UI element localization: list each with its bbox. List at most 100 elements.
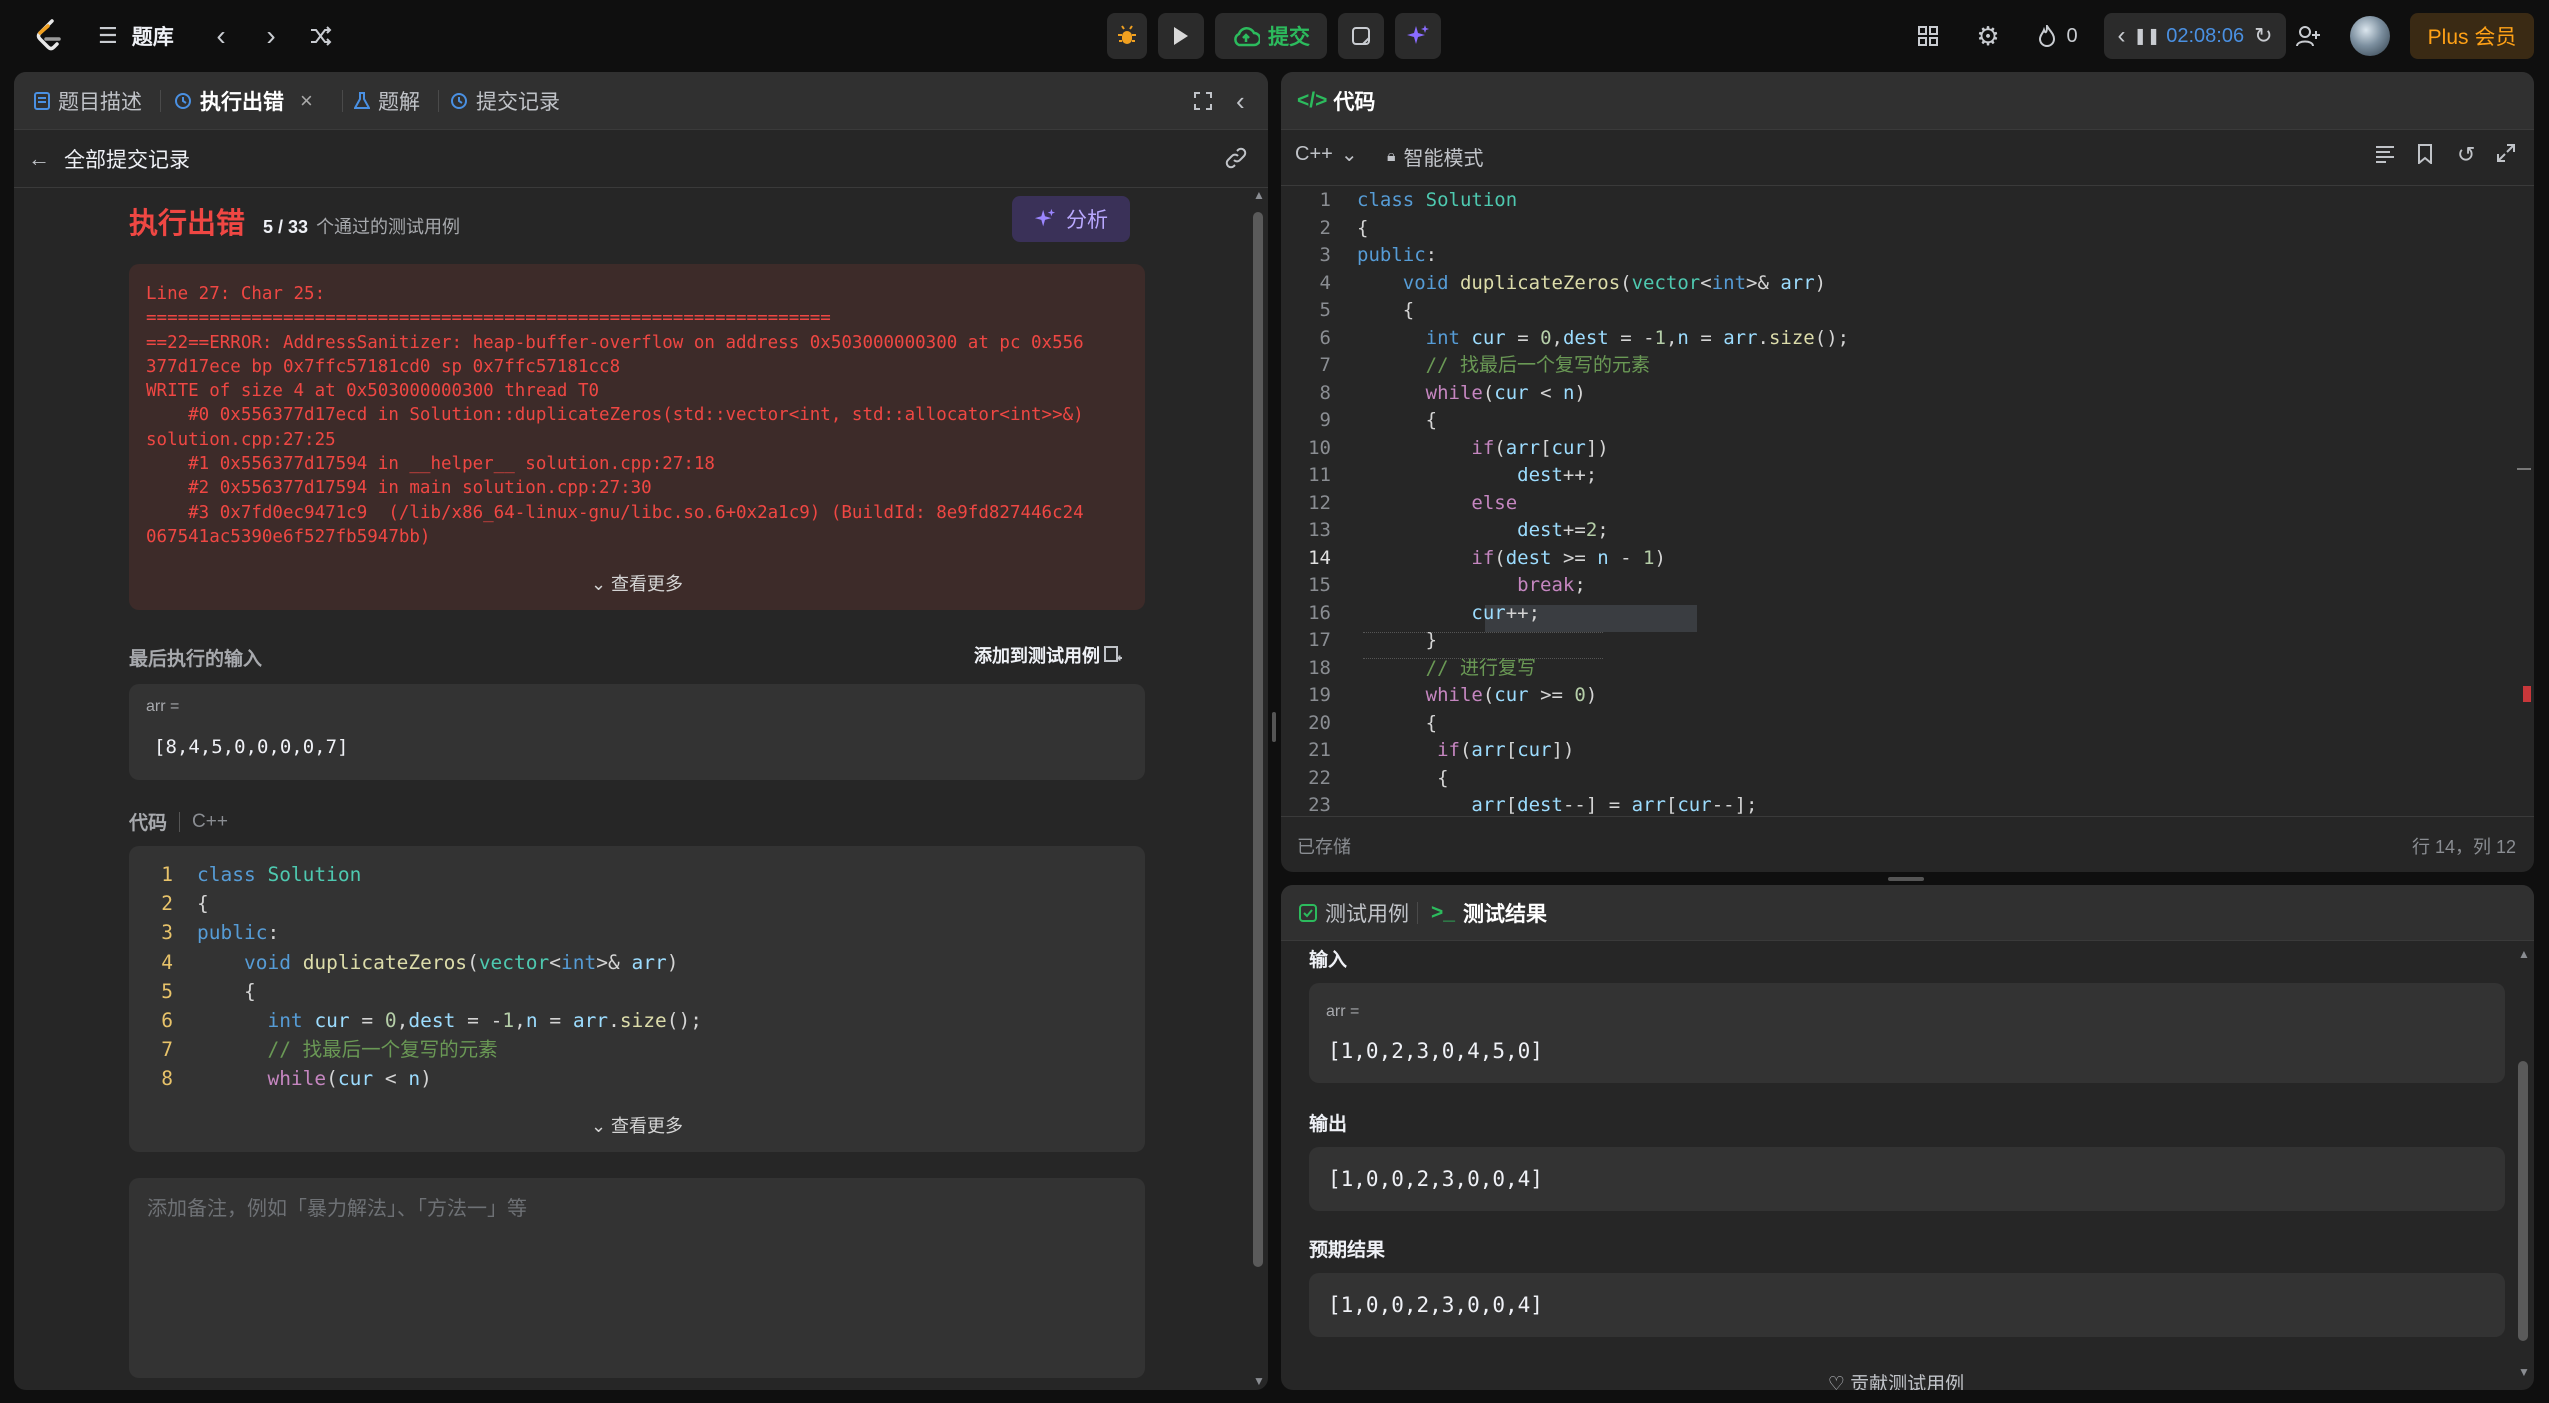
code-line: 4 void duplicateZeros(vector<int>& arr) bbox=[1281, 270, 2511, 297]
heart-icon: ♡ bbox=[1827, 1374, 1851, 1390]
code-text: // 找最后一个复写的元素 bbox=[267, 1038, 498, 1062]
scroll-up-icon[interactable]: ▲ bbox=[1253, 188, 1265, 202]
code-line: 23 arr[dest--] = arr[cur--]; bbox=[1281, 792, 2511, 816]
line-number: 21 bbox=[1308, 739, 1331, 761]
back-label: 全部提交记录 bbox=[64, 149, 190, 172]
last-input-title: 最后执行的输入 bbox=[129, 649, 263, 670]
code-text: { bbox=[197, 892, 209, 916]
code-text: { bbox=[1357, 216, 1369, 239]
scroll-down-icon[interactable]: ▼ bbox=[2518, 1365, 2530, 1379]
shuffle-icon[interactable] bbox=[304, 18, 338, 54]
status-title: 执行出错 bbox=[129, 208, 246, 240]
bookmark-icon[interactable] bbox=[2417, 144, 2433, 164]
saved-status: 已存储 bbox=[1297, 837, 1351, 857]
add-friend-icon[interactable] bbox=[2290, 18, 2326, 54]
line-number: 16 bbox=[1308, 601, 1331, 624]
code-line: 16 cur++; bbox=[1281, 600, 2511, 627]
language-select[interactable]: C++ ⌄ bbox=[1295, 142, 1358, 167]
scroll-down-icon[interactable]: ▼ bbox=[1253, 1374, 1265, 1388]
chevron-left-icon[interactable]: ‹ bbox=[2117, 22, 2125, 50]
code-line: 17 } bbox=[1281, 627, 2511, 654]
panel-resize-handle[interactable] bbox=[1888, 877, 1924, 881]
run-button[interactable] bbox=[1158, 13, 1204, 59]
left-scrollbar[interactable]: ▲ ▼ bbox=[1250, 188, 1266, 1390]
debug-icon[interactable] bbox=[1107, 13, 1147, 59]
reset-icon[interactable]: ↻ bbox=[2254, 23, 2272, 49]
prev-problem-icon[interactable]: ‹ bbox=[206, 18, 236, 54]
tab-code[interactable]: </> 代码 bbox=[1297, 72, 1375, 130]
tab-testresults[interactable]: >_ 测试结果 bbox=[1431, 885, 1547, 941]
collapse-panel-icon[interactable]: ‹ bbox=[1236, 72, 1245, 130]
line-number: 7 bbox=[1319, 354, 1331, 376]
contribute-testcase-button[interactable]: ♡ 贡献测试用例 bbox=[1281, 1369, 2511, 1390]
code-text: class Solution bbox=[1357, 189, 1518, 211]
list-icon: ☰ bbox=[98, 23, 118, 48]
scroll-up-icon[interactable]: ▲ bbox=[2518, 947, 2530, 961]
timer-widget[interactable]: ‹ ❚❚ 02:08:06 ↻ bbox=[2104, 13, 2286, 59]
code-text: else bbox=[1471, 491, 1518, 514]
avatar[interactable] bbox=[2350, 16, 2390, 56]
tab-testcases[interactable]: 测试用例 bbox=[1299, 885, 1409, 941]
line-number: 1 bbox=[1319, 189, 1331, 211]
link-icon[interactable] bbox=[1224, 146, 1248, 170]
tab-submissions[interactable]: 提交记录 bbox=[450, 72, 560, 130]
line-number: 18 bbox=[1308, 656, 1331, 679]
format-icon[interactable] bbox=[2374, 144, 2396, 164]
reset-code-icon[interactable]: ↺ bbox=[2457, 142, 2475, 168]
pause-icon[interactable]: ❚❚ bbox=[2133, 26, 2160, 46]
note-icon[interactable] bbox=[1338, 13, 1384, 59]
code-line: 9 { bbox=[1281, 407, 2511, 434]
line-number: 19 bbox=[1308, 684, 1331, 706]
ai-sparkle-icon[interactable] bbox=[1395, 13, 1441, 59]
line-number: 23 bbox=[1308, 794, 1331, 816]
scrollbar-thumb[interactable] bbox=[2518, 1061, 2528, 1341]
result-scrollbar[interactable]: ▲ ▼ bbox=[2515, 941, 2531, 1390]
contribute-label: 贡献测试用例 bbox=[1850, 1374, 1965, 1390]
line-number: 9 bbox=[1319, 409, 1331, 431]
left-panel: 题目描述 执行出错 × 题解 提交记录 ‹ ← 全部提交记录 执行出错 5 / … bbox=[14, 72, 1268, 1390]
line-number: 5 bbox=[161, 979, 173, 1003]
smart-mode-toggle[interactable]: 🔒︎ 智能模式 bbox=[1387, 142, 1484, 171]
plus-member-button[interactable]: Plus 会员 bbox=[2410, 13, 2534, 59]
problem-bank-button[interactable]: ☰ 题库 bbox=[98, 18, 218, 54]
code-editor[interactable]: 1 class Solution 2{3 public: 4 void duplicat… bbox=[1281, 186, 2531, 816]
error-line: WRITE of size 4 at 0x503000000300 thread… bbox=[146, 381, 600, 402]
chevron-down-icon: ⌄ bbox=[590, 1116, 612, 1136]
result-content: 输入 arr = [1,0,2,3,0,4,5,0] 输出 [1,0,0,2,3… bbox=[1281, 941, 2511, 1390]
code-text: { bbox=[1357, 409, 1438, 431]
panel-resize-handle-vertical[interactable] bbox=[1272, 712, 1276, 742]
streak-counter[interactable]: 0 bbox=[2028, 18, 2088, 54]
analyze-button[interactable]: 分析 bbox=[1012, 196, 1130, 242]
see-more-button[interactable]: ⌄ 查看更多 bbox=[129, 570, 1145, 596]
back-to-submissions[interactable]: ← 全部提交记录 bbox=[28, 144, 190, 174]
tab-execution-error[interactable]: 执行出错 × bbox=[174, 72, 313, 130]
input-var-name: arr = bbox=[1326, 1003, 1360, 1020]
editor-toolbar: C++ ⌄ 🔒︎ 智能模式 ↺ bbox=[1281, 130, 2534, 186]
code-line: 12 else bbox=[1281, 490, 2511, 517]
note-placeholder: 添加备注，例如「暴力解法」、「方法一」等 bbox=[147, 1198, 527, 1220]
note-textarea[interactable]: 添加备注，例如「暴力解法」、「方法一」等 bbox=[129, 1178, 1145, 1378]
expand-icon[interactable] bbox=[2497, 144, 2515, 162]
scrollbar-thumb[interactable] bbox=[1253, 212, 1263, 1267]
error-line: Line 27: Char 25: bbox=[146, 284, 326, 304]
tab-solutions[interactable]: 题解 bbox=[354, 72, 420, 130]
expected-label: 预期结果 bbox=[1309, 1240, 1386, 1261]
code-line: 3 public: bbox=[1281, 242, 2511, 269]
see-more-code-button[interactable]: ⌄ 查看更多 bbox=[129, 1112, 1145, 1138]
left-tabbar: 题目描述 执行出错 × 题解 提交记录 ‹ bbox=[14, 72, 1268, 130]
code-text: void duplicateZeros(vector<int>& arr) bbox=[1402, 271, 1827, 294]
layout-icon[interactable] bbox=[1910, 18, 1946, 54]
line-number: 3 bbox=[161, 921, 173, 945]
settings-gear-icon[interactable]: ⚙ bbox=[1970, 18, 2006, 54]
add-testcase-button[interactable]: 添加到测试用例 bbox=[974, 642, 1122, 668]
tab-description[interactable]: 题目描述 bbox=[34, 72, 142, 130]
error-line: ========================================… bbox=[146, 308, 831, 329]
leetcode-logo[interactable] bbox=[30, 16, 70, 56]
next-problem-icon[interactable]: › bbox=[256, 18, 286, 54]
submission-detail: 执行出错 5 / 33 个通过的测试用例 分析 Line 27: Char 25… bbox=[14, 188, 1244, 1390]
submit-button[interactable]: 提交 bbox=[1215, 13, 1327, 59]
fullscreen-icon[interactable] bbox=[1194, 72, 1220, 130]
close-tab-icon[interactable]: × bbox=[300, 88, 313, 114]
code-line: 18 // 进行复写 bbox=[1281, 655, 2511, 682]
line-number: 22 bbox=[1308, 766, 1331, 789]
